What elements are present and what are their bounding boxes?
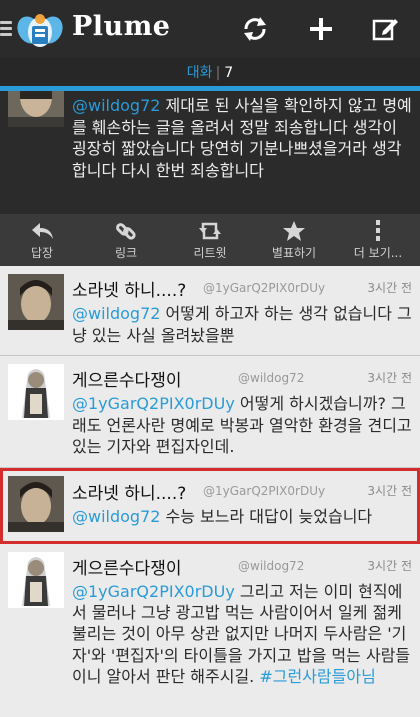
action-bar: Plume — [0, 0, 420, 58]
conversation-label: 대화 — [186, 65, 213, 81]
conversation-header: 대화 | 7 — [0, 58, 420, 88]
divider: | — [215, 65, 221, 81]
tweet-body: 수능 보느라 대답이 늦었습니다 — [160, 507, 373, 526]
link-button[interactable]: 링크 — [84, 214, 168, 266]
selected-tweet[interactable]: @wildog72 제대로 된 사실을 확인하지 않고 명예를 훼손하는 글을 … — [0, 91, 420, 214]
reply-icon — [32, 223, 53, 239]
timestamp: 3시간 전 — [367, 559, 412, 573]
timestamp: 3시간 전 — [367, 371, 412, 385]
avatar[interactable] — [8, 364, 64, 420]
refresh-icon — [244, 17, 266, 41]
mention-link[interactable]: @wildog72 — [72, 304, 160, 323]
mention-link[interactable]: @1yGarQ2PIX0rDUy — [72, 582, 235, 601]
username[interactable]: @wildog72 — [238, 371, 304, 385]
plus-icon — [310, 18, 332, 40]
tweet-item[interactable]: 게으른수다쟁이 @wildog72 3시간 전 @1yGarQ2PIX0rDUy… — [0, 544, 420, 717]
conversation-count: 7 — [224, 65, 234, 81]
tweet-item[interactable]: 게으른수다쟁이 @wildog72 3시간 전 @1yGarQ2PIX0rDUy… — [0, 356, 420, 468]
display-name[interactable]: 게으른수다쟁이 — [72, 366, 181, 391]
avatar[interactable] — [8, 91, 64, 127]
tweet-actions: 답장 링크 리트윗 별표하기 더 보기... — [0, 214, 420, 266]
display-name[interactable]: 소라넷 하니....? — [72, 276, 186, 301]
add-button[interactable] — [302, 10, 340, 48]
compose-button[interactable] — [366, 10, 404, 48]
mention-link[interactable]: @1yGarQ2PIX0rDUy — [72, 394, 235, 413]
link-icon — [116, 223, 136, 240]
plume-logo-icon[interactable] — [16, 8, 64, 52]
compose-icon — [372, 19, 398, 41]
reply-button[interactable]: 답장 — [0, 214, 84, 266]
tweet-text: @wildog72 수능 보느라 대답이 늦었습니다 — [72, 506, 412, 528]
timestamp: 3시간 전 — [367, 281, 412, 295]
more-icon — [376, 220, 380, 241]
mention-link[interactable]: @wildog72 — [72, 96, 160, 115]
avatar[interactable] — [8, 552, 64, 608]
favorite-label: 별표하기 — [271, 246, 317, 260]
app-title: Plume — [72, 11, 171, 42]
tweet-item[interactable]: 소라넷 하니....? @1yGarQ2PIX0rDUy 3시간 전 @wild… — [0, 266, 420, 356]
avatar[interactable] — [8, 476, 64, 532]
retweet-label: 리트윗 — [193, 246, 227, 260]
tweet-text: @wildog72 어떻게 하고자 하는 생각 없습니다 그냥 있는 사실 올려… — [72, 303, 412, 346]
timestamp: 3시간 전 — [367, 484, 412, 498]
star-icon — [283, 221, 305, 241]
link-label: 링크 — [114, 246, 138, 260]
retweet-icon — [199, 222, 221, 240]
favorite-button[interactable]: 별표하기 — [252, 214, 336, 266]
more-label: 더 보기... — [353, 246, 403, 260]
username[interactable]: @1yGarQ2PIX0rDUy — [203, 484, 325, 498]
avatar[interactable] — [8, 274, 64, 330]
display-name[interactable]: 소라넷 하니....? — [72, 479, 186, 504]
reply-label: 답장 — [30, 246, 54, 260]
tweet-item-highlighted[interactable]: 소라넷 하니....? @1yGarQ2PIX0rDUy 3시간 전 @wild… — [0, 468, 420, 544]
username[interactable]: @wildog72 — [238, 559, 304, 573]
refresh-button[interactable] — [236, 10, 274, 48]
username[interactable]: @1yGarQ2PIX0rDUy — [203, 281, 325, 295]
tweet-text: @1yGarQ2PIX0rDUy 그리고 저는 이미 현직에서 물러나 그냥 광… — [72, 581, 412, 687]
drawer-menu-icon[interactable] — [0, 21, 12, 37]
mention-link[interactable]: @wildog72 — [72, 507, 160, 526]
more-button[interactable]: 더 보기... — [336, 214, 420, 266]
retweet-button[interactable]: 리트윗 — [168, 214, 252, 266]
tweet-text: @wildog72 제대로 된 사실을 확인하지 않고 명예를 훼손하는 글을 … — [72, 95, 416, 181]
hashtag-link[interactable]: #그런사람들아님 — [259, 667, 375, 686]
display-name[interactable]: 게으른수다쟁이 — [72, 554, 181, 579]
tweet-text: @1yGarQ2PIX0rDUy 어떻게 하시겠습니까? 그래도 언론사란 명예… — [72, 393, 412, 458]
